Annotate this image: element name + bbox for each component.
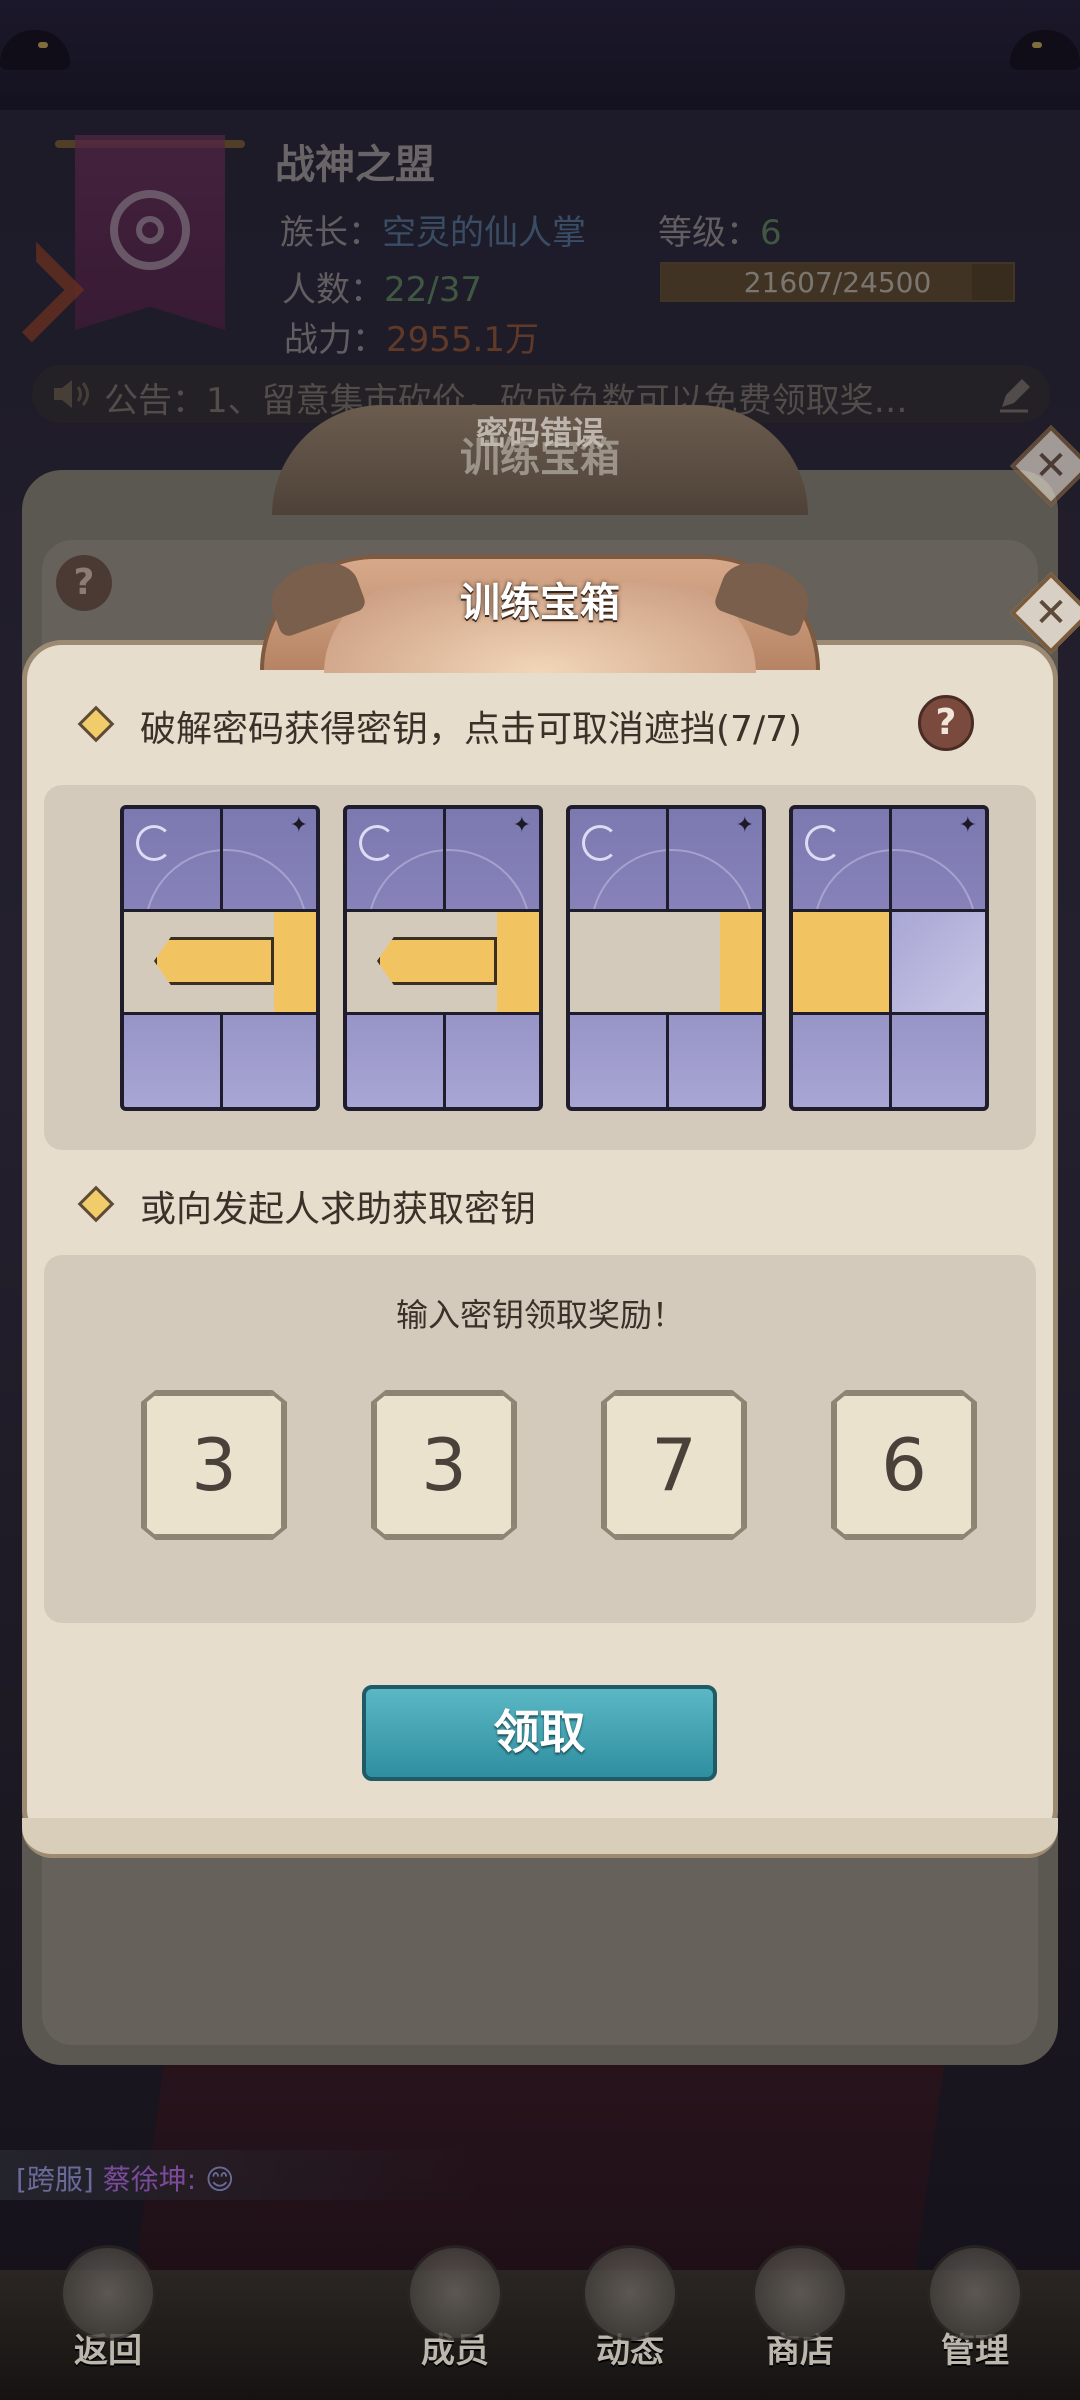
cipher-tile-2[interactable]: ✦ bbox=[343, 805, 543, 1111]
close-icon: ✕ bbox=[1034, 443, 1068, 489]
nav-back-button[interactable]: 返回 bbox=[38, 2245, 178, 2395]
crack-password-label: 破解密码获得密钥，点击可取消遮挡(7/7) bbox=[140, 709, 803, 750]
dialog-bottom-edge bbox=[22, 1818, 1058, 1858]
chat-message: [跨服] 蔡徐坤: 😊 bbox=[16, 2158, 234, 2198]
nav-shop-button[interactable]: 商店 bbox=[730, 2245, 870, 2395]
cipher-tile-3[interactable]: ✦ bbox=[566, 805, 766, 1111]
key-digit-1[interactable]: 3 bbox=[144, 1393, 284, 1537]
world-chat-line[interactable]: [跨服] 蔡徐坤: 😊 bbox=[0, 2150, 480, 2200]
key-digit-3[interactable]: 7 bbox=[604, 1393, 744, 1537]
chat-channel-tag: [跨服] bbox=[16, 2163, 94, 2196]
member-portrait-icon bbox=[407, 2245, 503, 2341]
scroll-icon bbox=[582, 2245, 678, 2341]
key-digit-2[interactable]: 3 bbox=[374, 1393, 514, 1537]
close-icon: ✕ bbox=[1034, 590, 1068, 636]
shop-stall-icon bbox=[752, 2245, 848, 2341]
cipher-tile-4[interactable]: ✦ bbox=[789, 805, 989, 1111]
key-digit-4[interactable]: 6 bbox=[834, 1393, 974, 1537]
nav-members-button[interactable]: 成员 bbox=[385, 2245, 525, 2395]
chat-sender: 蔡徐坤: bbox=[102, 2163, 197, 2196]
nav-manage-button[interactable]: 管理 bbox=[905, 2245, 1045, 2395]
help-icon[interactable]: ? bbox=[918, 695, 974, 751]
chat-emoji: 😊 bbox=[205, 2163, 235, 2196]
dialog-title: 训练宝箱 bbox=[460, 580, 620, 626]
input-key-prompt: 输入密钥领取奖励！ bbox=[395, 1296, 684, 1334]
back-arrow-icon bbox=[60, 2245, 156, 2341]
gear-icon bbox=[927, 2245, 1023, 2341]
claim-button[interactable]: 领取 bbox=[362, 1685, 717, 1781]
cipher-tile-1[interactable]: ✦ bbox=[120, 805, 320, 1111]
password-error-toast: 密码错误 bbox=[475, 414, 604, 452]
nav-activity-button[interactable]: 动态 bbox=[560, 2245, 700, 2395]
ask-initiator-label[interactable]: 或向发起人求助获取密钥 bbox=[140, 1180, 536, 1232]
